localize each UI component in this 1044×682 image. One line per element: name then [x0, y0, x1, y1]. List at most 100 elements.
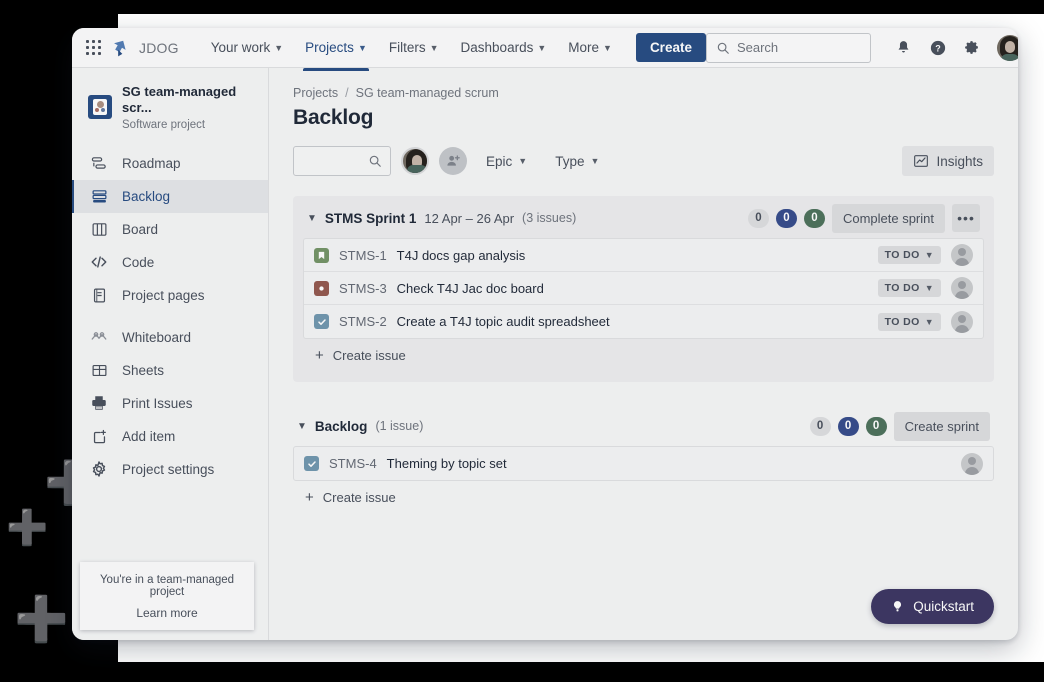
status-badge-done[interactable]: 0 — [865, 416, 887, 436]
issue-key[interactable]: STMS-3 — [339, 281, 387, 296]
nav-item-filters[interactable]: Filters ▼ — [381, 32, 447, 63]
backlog-search-input[interactable] — [293, 146, 391, 176]
sprint-issue-count: (3 issues) — [522, 211, 577, 225]
sidebar-item-board[interactable]: Board — [72, 213, 268, 246]
board-icon — [90, 220, 108, 238]
insights-button[interactable]: Insights — [902, 146, 994, 176]
gear-icon[interactable] — [957, 33, 987, 63]
chevron-down-icon: ▼ — [274, 42, 284, 53]
status-label: TO DO — [884, 282, 920, 294]
status-badge-todo[interactable]: 0 — [809, 416, 831, 436]
sidebar-item-label: Print Issues — [122, 395, 193, 411]
complete-sprint-button[interactable]: Complete sprint — [831, 203, 945, 233]
status-badge-inprogress[interactable]: 0 — [837, 416, 859, 436]
quickstart-label: Quickstart — [913, 599, 974, 614]
table-row[interactable]: STMS-4 Theming by topic set — [294, 447, 993, 480]
quickstart-button[interactable]: Quickstart — [871, 589, 994, 624]
project-sidebar: SG team-managed scr... Software project … — [72, 68, 269, 640]
sidebar-item-add-item[interactable]: Add item — [72, 420, 268, 453]
issue-row-actions: TO DO ▼ — [877, 277, 973, 299]
tooltip-learn-more-link[interactable]: Learn more — [88, 606, 246, 620]
search-icon — [369, 155, 381, 167]
avatar-placeholder-icon[interactable] — [951, 310, 973, 333]
user-avatar[interactable] — [996, 34, 1018, 61]
question-circle-icon[interactable]: ? — [923, 33, 953, 63]
sidebar-item-label: Project pages — [122, 287, 205, 303]
filter-avatar[interactable] — [401, 147, 429, 175]
add-person-icon[interactable] — [439, 147, 467, 175]
sidebar-item-label: Board — [122, 221, 159, 237]
backlog-section: ▼ Backlog (1 issue) 0 0 0 Create sprint — [293, 411, 994, 514]
black-border-left — [0, 0, 62, 682]
chevron-down-icon: ▼ — [518, 156, 528, 166]
global-search-input[interactable]: Search — [705, 32, 871, 63]
nav-item-projects[interactable]: Projects ▼ — [297, 32, 375, 71]
sidebar-item-whiteboard[interactable]: Whiteboard — [72, 321, 268, 354]
issue-key[interactable]: STMS-1 — [339, 248, 387, 263]
sidebar-item-sheets[interactable]: Sheets — [72, 354, 268, 387]
sidebar-item-print-issues[interactable]: Print Issues — [72, 387, 268, 420]
project-header[interactable]: SG team-managed scr... Software project — [72, 68, 268, 143]
sidebar-item-roadmap[interactable]: Roadmap — [72, 147, 268, 180]
chevron-down-icon[interactable]: ▼ — [307, 213, 317, 224]
breadcrumb-projects[interactable]: Projects — [293, 86, 338, 100]
chevron-down-icon: ▼ — [924, 250, 934, 260]
breadcrumb-current-project[interactable]: SG team-managed scrum — [356, 86, 499, 100]
epic-filter-dropdown[interactable]: Epic ▼ — [477, 148, 536, 175]
avatar-placeholder-icon[interactable] — [951, 277, 973, 299]
status-badge[interactable]: TO DO ▼ — [877, 246, 941, 264]
nav-item-more[interactable]: More ▼ — [560, 32, 620, 63]
avatar-placeholder-icon[interactable] — [961, 452, 983, 475]
table-row[interactable]: STMS-3 Check T4J Jac doc board TO DO ▼ — [304, 272, 983, 305]
sprint-issue-list: STMS-1 T4J docs gap analysis TO DO ▼ STM… — [303, 238, 984, 339]
create-issue-button-sprint[interactable]: + Create issue — [303, 339, 984, 372]
sidebar-item-label: Whiteboard — [122, 329, 192, 345]
insights-chart-icon — [914, 155, 929, 167]
backlog-toolbar: Epic ▼ Type ▼ Insights — [293, 146, 994, 176]
sidebar-item-project-settings[interactable]: Project settings — [72, 453, 268, 486]
nav-item-your-work[interactable]: Your work ▼ — [203, 32, 291, 63]
sidebar-item-project-pages[interactable]: Project pages — [72, 279, 268, 312]
nav-item-dashboards[interactable]: Dashboards ▼ — [453, 32, 555, 63]
sidebar-item-backlog[interactable]: Backlog — [72, 179, 268, 213]
avatar-placeholder-icon[interactable] — [951, 244, 973, 266]
status-badge-inprogress[interactable]: 0 — [775, 208, 797, 228]
story-bookmark-icon — [314, 247, 329, 263]
more-horizontal-icon[interactable]: ••• — [952, 204, 980, 232]
printer-icon — [90, 394, 108, 412]
status-badge-todo[interactable]: 0 — [747, 208, 769, 228]
top-navigation-bar: JDOG Your work ▼ Projects ▼ Filters ▼ Da… — [72, 28, 1018, 71]
issue-summary[interactable]: T4J docs gap analysis — [397, 248, 526, 263]
table-row[interactable]: STMS-1 T4J docs gap analysis TO DO ▼ — [304, 239, 983, 272]
issue-summary[interactable]: Theming by topic set — [387, 456, 507, 471]
chevron-down-icon: ▼ — [537, 42, 547, 53]
jira-logo-icon[interactable] — [109, 36, 129, 60]
backlog-icon — [90, 187, 108, 205]
brand-name[interactable]: JDOG — [139, 40, 179, 56]
status-badge-done[interactable]: 0 — [803, 208, 825, 228]
create-sprint-button[interactable]: Create sprint — [893, 411, 990, 441]
sidebar-item-label: Backlog — [122, 188, 171, 204]
status-badge[interactable]: TO DO ▼ — [877, 279, 941, 297]
issue-summary[interactable]: Check T4J Jac doc board — [397, 281, 544, 296]
issue-row-actions — [961, 452, 983, 475]
status-badge[interactable]: TO DO ▼ — [877, 312, 941, 331]
sprint-dates: 12 Apr – 26 Apr — [424, 210, 515, 226]
sprint-section: ▼ STMS Sprint 1 12 Apr – 26 Apr (3 issue… — [293, 196, 994, 382]
sidebar-item-label: Add item — [122, 428, 176, 444]
task-check-icon — [314, 314, 329, 329]
table-row[interactable]: STMS-2 Create a T4J topic audit spreadsh… — [304, 305, 983, 338]
issue-key[interactable]: STMS-4 — [329, 456, 377, 471]
svg-text:?: ? — [935, 43, 941, 53]
bell-icon[interactable] — [889, 33, 919, 63]
sidebar-item-code[interactable]: Code — [72, 246, 268, 279]
issue-summary[interactable]: Create a T4J topic audit spreadsheet — [397, 314, 610, 329]
issue-row-actions: TO DO ▼ — [877, 310, 973, 333]
create-issue-button-backlog[interactable]: + Create issue — [293, 481, 994, 514]
code-icon — [90, 253, 108, 271]
chevron-down-icon[interactable]: ▼ — [297, 421, 307, 432]
type-filter-dropdown[interactable]: Type ▼ — [546, 148, 608, 175]
create-button[interactable]: Create — [635, 33, 706, 62]
grid-apps-icon[interactable] — [86, 35, 101, 61]
issue-key[interactable]: STMS-2 — [339, 314, 387, 329]
